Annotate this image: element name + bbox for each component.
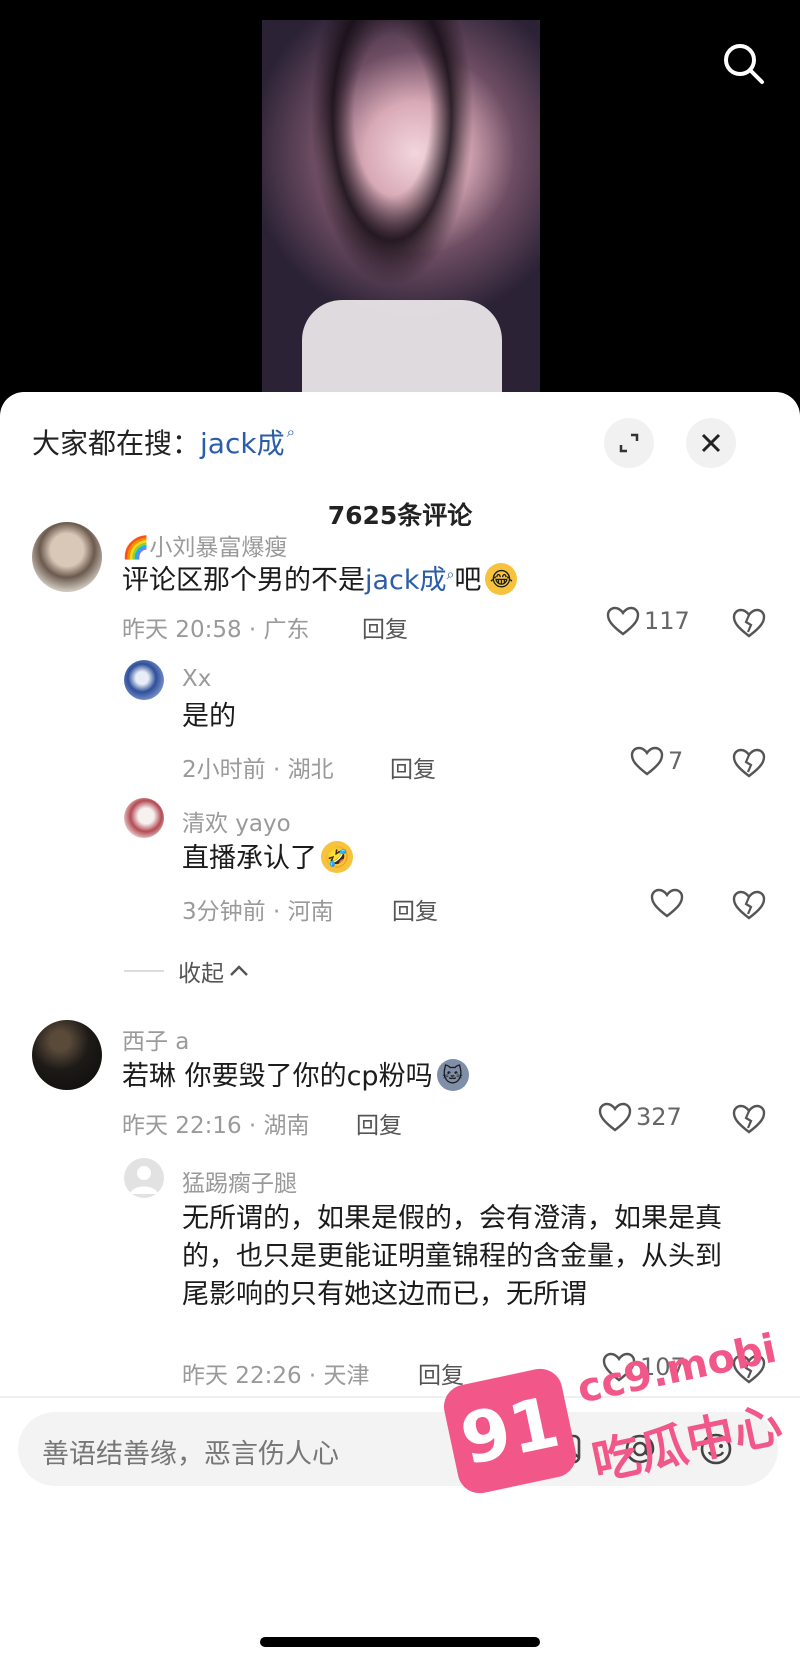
reply-button[interactable]: 回复 [390, 750, 436, 784]
like-count: 107 [640, 1353, 686, 1381]
reply-button[interactable]: 回复 [418, 1356, 464, 1390]
hot-search-prefix: 大家都在搜： [32, 427, 201, 460]
at-icon[interactable] [622, 1431, 658, 1471]
like-count: 327 [636, 1103, 682, 1131]
search-icon[interactable] [718, 38, 770, 90]
comment-username[interactable]: 西子 a [122, 1022, 189, 1056]
like-button[interactable]: 7 [630, 746, 683, 776]
avatar[interactable] [124, 660, 164, 700]
heart-icon [606, 606, 640, 636]
heart-icon [598, 1102, 632, 1132]
avatar[interactable] [32, 1020, 102, 1090]
avatar[interactable] [124, 1158, 164, 1198]
video-area[interactable] [0, 0, 800, 400]
comment-text: 是的 [182, 701, 236, 732]
close-icon [701, 433, 721, 453]
comment-username[interactable]: Xx [182, 666, 211, 692]
broken-heart-icon [732, 608, 766, 638]
dislike-button[interactable] [732, 748, 766, 782]
default-avatar-icon [130, 1166, 158, 1194]
heart-icon [630, 746, 664, 776]
collapse-replies-button[interactable]: 收起 [124, 954, 250, 988]
comment-text: 直播承认了 🤣 [182, 840, 353, 878]
dislike-button[interactable] [732, 1354, 766, 1388]
like-button[interactable]: 327 [598, 1102, 682, 1132]
comment-text: 若琳 你要毁了你的cp粉吗 🐱 [122, 1058, 762, 1096]
rofl-emoji-icon: 🤣 [321, 840, 353, 873]
hot-search-keyword[interactable]: jack成 [200, 422, 285, 462]
video-figure-shirt [302, 300, 502, 400]
like-count: 7 [668, 747, 684, 775]
avatar[interactable] [32, 522, 102, 592]
comments-sheet: 大家都在搜： jack成 ⌕ 7625条评论 🌈小刘暴富爆瘦 评论区那个男的不是… [0, 392, 800, 1659]
input-divider [0, 1396, 800, 1398]
broken-heart-icon [732, 1104, 766, 1134]
dislike-button[interactable] [732, 890, 766, 924]
comment-username[interactable]: 猛踢瘸子腿 [182, 1164, 297, 1198]
search-small-icon: ⌕ [446, 567, 455, 583]
laughing-emoji-icon: 😂 [485, 562, 518, 595]
heart-icon [650, 888, 684, 918]
broken-heart-icon [732, 748, 766, 778]
chevron-up-icon [230, 965, 248, 976]
video-thumbnail[interactable] [262, 20, 540, 400]
comment-text: 无所谓的，如果是假的，会有澄清，如果是真的，也只是更能证明童锦程的含金量，从头到… [182, 1203, 722, 1310]
dislike-button[interactable] [732, 608, 766, 642]
broken-heart-icon [732, 890, 766, 920]
comment-meta: 2小时前 · 湖北 [182, 757, 334, 783]
reply-button[interactable]: 回复 [392, 892, 438, 926]
like-button[interactable] [650, 888, 688, 918]
comment-input[interactable]: 善语结善缘，恶言伤人心 [18, 1412, 778, 1486]
avatar[interactable] [124, 798, 164, 838]
comment-keyword-link[interactable]: jack成 [365, 565, 447, 596]
collapse-divider [124, 970, 164, 972]
comment-meta: 昨天 22:26 · 天津 [182, 1363, 370, 1389]
comment-username[interactable]: 🌈小刘暴富爆瘦 [122, 528, 287, 562]
image-icon[interactable] [546, 1431, 582, 1471]
search-small-icon: ⌕ [286, 423, 295, 441]
like-count: 117 [644, 607, 690, 635]
comment-username[interactable]: 清欢 yayo [182, 804, 291, 838]
close-button[interactable] [686, 418, 736, 468]
reply-button[interactable]: 回复 [362, 610, 408, 644]
hot-search[interactable]: 大家都在搜： jack成 ⌕ [32, 422, 295, 462]
comment-meta: 昨天 22:16 · 湖南 [122, 1113, 310, 1139]
comment-count: 7625条评论 [327, 501, 473, 530]
like-button[interactable]: 117 [606, 606, 690, 636]
expand-button[interactable] [604, 418, 654, 468]
comment-text: 评论区那个男的不是jack成⌕吧 😂 [122, 562, 762, 604]
comment-meta: 昨天 20:58 · 广东 [122, 617, 310, 643]
comment-input-placeholder: 善语结善缘，恶言伤人心 [42, 1439, 339, 1470]
home-indicator[interactable] [260, 1637, 540, 1647]
cat-emoji-icon: 🐱 [436, 1058, 469, 1091]
dislike-button[interactable] [732, 1104, 766, 1138]
broken-heart-icon [732, 1354, 766, 1384]
like-button[interactable]: 107 [602, 1352, 686, 1382]
emoji-icon[interactable] [698, 1431, 734, 1471]
heart-icon [602, 1352, 636, 1382]
expand-icon [619, 433, 639, 453]
comment-meta: 3分钟前 · 河南 [182, 899, 334, 925]
reply-button[interactable]: 回复 [356, 1106, 402, 1140]
